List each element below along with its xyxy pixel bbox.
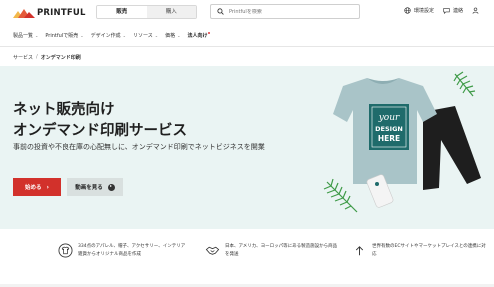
svg-text:your: your: [378, 113, 400, 123]
tshirt-design-icon: your DESIGN HERE: [369, 104, 409, 150]
user-icon: [472, 7, 479, 14]
svg-text:HERE: HERE: [378, 134, 400, 143]
get-started-label: 始める: [25, 185, 42, 191]
preferences-label: 環境設定: [414, 8, 435, 14]
new-badge-dot: [207, 31, 211, 34]
hero-subtitle: 事前の投資や不良在庫の心配無しに、オンデマンド印刷でネットビジネスを開業: [13, 143, 265, 151]
palm-leaf-top-icon: [453, 71, 476, 97]
breadcrumb-current: オンデマンド印刷: [40, 55, 81, 61]
leggings-shape: [423, 106, 481, 190]
printful-logo-mark: [13, 9, 35, 18]
feature-integrations: 世界有数のECサイトやマーケットプレイスとの連携に対応: [352, 243, 490, 258]
printful-logo[interactable]: PRINTFUL: [13, 7, 86, 19]
nav-item-design[interactable]: デザイン作成 ⌄: [91, 32, 126, 39]
breadcrumb: サービス / オンデマンド印刷: [13, 54, 81, 61]
nav-item-resources[interactable]: リソース ⌄: [133, 32, 158, 39]
upload-icon: [355, 246, 364, 256]
chevron-down-icon: ⌄: [122, 32, 126, 38]
hero-title: ネット販売向け オンデマンド印刷サービス: [13, 100, 187, 142]
chevron-down-icon: ⌄: [154, 32, 159, 38]
feature-integrations-text: 世界有数のECサイトやマーケットプレイスとの連携に対応: [372, 244, 486, 257]
nav-label: Printfulで販売: [45, 32, 79, 39]
arrow-right-icon: ›: [46, 183, 49, 191]
segment-sell[interactable]: 販売: [97, 6, 147, 18]
get-started-button[interactable]: 始める ›: [13, 178, 61, 196]
header-divider: [0, 46, 494, 47]
svg-text:DESIGN: DESIGN: [375, 125, 403, 133]
nav-item-products[interactable]: 製品一覧 ⌄: [13, 32, 38, 39]
preferences-link[interactable]: 環境設定: [404, 7, 434, 14]
search-box: [210, 4, 360, 19]
top-bar: PRINTFUL 販売 購入 環境設定 連絡: [0, 0, 494, 26]
chat-icon: [443, 8, 450, 14]
nav-label: リソース: [132, 32, 153, 39]
search-icon: [217, 8, 224, 15]
hero-section: ネット販売向け オンデマンド印刷サービス 事前の投資や不良在庫の心配無しに、オン…: [0, 66, 494, 229]
feature-shipping: 日本、アメリカ、ヨーロッパ等にある製造施設から商品を発送: [205, 243, 340, 258]
search-input[interactable]: [229, 8, 349, 15]
contact-link[interactable]: 連絡: [443, 7, 463, 14]
nav-label: デザイン作成: [90, 32, 121, 39]
nav-item-business[interactable]: 法人向け: [187, 31, 211, 39]
chevron-down-icon: ⌄: [35, 32, 39, 38]
breadcrumb-separator: /: [36, 54, 38, 60]
sell-buy-toggle: 販売 購入: [96, 5, 197, 19]
nav-item-sell[interactable]: Printfulで販売 ⌄: [45, 32, 83, 39]
account-link[interactable]: [472, 7, 482, 14]
nav-label: 法人向け: [187, 32, 208, 39]
play-icon: [107, 183, 115, 191]
chevron-down-icon: ⌄: [177, 32, 181, 38]
contact-label: 連絡: [453, 8, 464, 14]
feature-catalog-text: 334点のアパレル、帽子、アクセサリー、インテリア雑貨からオリジナル商品を作成: [78, 244, 186, 257]
globe-icon: [404, 7, 411, 14]
hero-title-line2: オンデマンド印刷サービス: [13, 123, 187, 139]
hero-product-image: your DESIGN HERE: [323, 71, 481, 213]
features-row: 334点のアパレル、帽子、アクセサリー、インテリア雑貨からオリジナル商品を作成 …: [0, 229, 494, 287]
watch-video-label: 動画を見る: [75, 185, 103, 191]
breadcrumb-services[interactable]: サービス: [13, 54, 33, 61]
tshirt-icon: [58, 243, 73, 258]
header-links: 環境設定 連絡: [404, 7, 491, 14]
hero-title-line1: ネット販売向け: [13, 102, 115, 118]
feature-catalog: 334点のアパレル、帽子、アクセサリー、インテリア雑貨からオリジナル商品を作成: [58, 243, 188, 258]
feature-shipping-text: 日本、アメリカ、ヨーロッパ等にある製造施設から商品を発送: [225, 244, 338, 257]
chevron-down-icon: ⌄: [80, 32, 84, 38]
handshake-icon: [205, 246, 220, 255]
nav-item-pricing[interactable]: 価格 ⌄: [165, 32, 180, 39]
nav-label: 製品一覧: [13, 32, 34, 39]
nav-label: 価格: [165, 32, 176, 39]
logo-text: PRINTFUL: [37, 8, 86, 18]
segment-buy[interactable]: 購入: [146, 6, 196, 18]
main-nav: 製品一覧 ⌄ Printfulで販売 ⌄ デザイン作成 ⌄ リソース ⌄ 価格 ⌄ 法人向…: [0, 28, 494, 42]
watch-video-button[interactable]: 動画を見る: [67, 178, 123, 196]
palm-leaf-bottom-icon: [323, 178, 358, 213]
